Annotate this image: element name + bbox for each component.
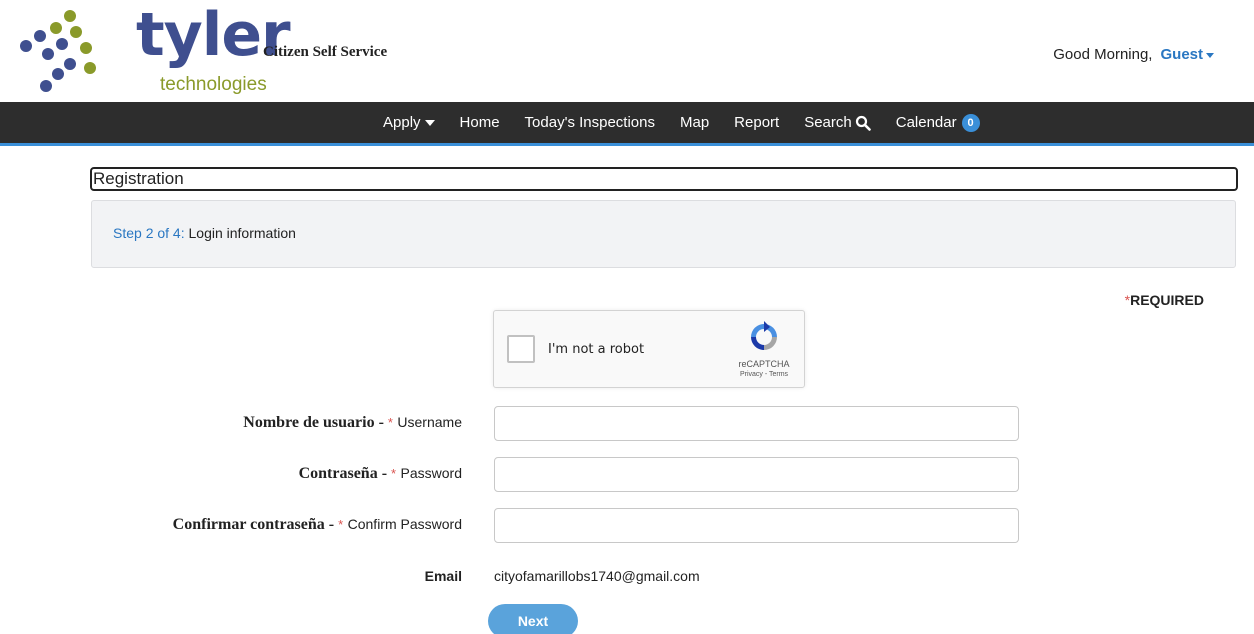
required-star: * xyxy=(391,466,397,481)
nav-item-report[interactable]: Report xyxy=(734,114,779,131)
nav-label-report: Report xyxy=(734,114,780,131)
confirm-password-label-es: Confirmar contraseña - xyxy=(172,516,339,533)
caret-down-icon xyxy=(1206,52,1214,58)
nav-label-search: Search xyxy=(804,114,852,131)
username-label-en: Username xyxy=(397,414,462,430)
step-number: Step 2 of 4: xyxy=(113,225,185,241)
nav-item-calendar[interactable]: Calendar 0 xyxy=(895,113,980,132)
nav-item-search[interactable]: Search xyxy=(804,114,871,131)
nav-label-map: Map xyxy=(679,114,710,131)
password-label-es: Contraseña - xyxy=(298,465,392,482)
nav-item-todays-inspections[interactable]: Today's Inspections xyxy=(525,114,655,131)
page-header: tyler technologies Citizen Self Service … xyxy=(0,0,1254,102)
recaptcha-brand: reCAPTCHA xyxy=(738,359,790,369)
email-label: Email xyxy=(424,568,462,584)
next-button[interactable]: Next xyxy=(488,604,578,634)
logo-dots-icon xyxy=(20,10,96,92)
recaptcha-privacy-terms[interactable]: Privacy - Terms xyxy=(726,371,802,378)
logo-subtitle: technologies xyxy=(160,74,267,95)
email-value: cityofamarillobs1740@gmail.com xyxy=(494,568,700,584)
recaptcha-checkbox[interactable] xyxy=(507,335,535,363)
recaptcha-icon xyxy=(751,321,777,350)
app-title: Citizen Self Service xyxy=(263,44,388,60)
confirm-password-label: Confirmar contraseña - * Confirm Passwor… xyxy=(173,516,462,534)
calendar-count-badge: 0 xyxy=(961,113,980,132)
recaptcha-widget: I'm not a robot reCAPTCHA Privacy - Term… xyxy=(493,310,805,388)
recaptcha-label: I'm not a robot xyxy=(548,342,645,357)
password-input[interactable] xyxy=(494,457,1019,492)
username-input[interactable] xyxy=(494,406,1019,441)
main-nav: Apply Home Today's Inspections Map Repor… xyxy=(0,102,1254,146)
nav-item-home[interactable]: Home xyxy=(460,114,500,131)
nav-item-map[interactable]: Map xyxy=(680,114,709,131)
greeting: Good Morning, Guest xyxy=(1053,46,1214,63)
search-icon xyxy=(855,115,871,131)
required-note: *REQUIRED xyxy=(1125,292,1204,308)
nav-item-apply[interactable]: Apply xyxy=(383,114,435,131)
step-indicator: Step 2 of 4: Login information xyxy=(91,200,1236,268)
tyler-logo[interactable]: tyler technologies xyxy=(18,0,291,96)
username-label-es: Nombre de usuario - xyxy=(243,414,388,431)
user-name: Guest xyxy=(1160,46,1203,63)
nav-label-calendar: Calendar xyxy=(895,114,957,131)
step-name: Login information xyxy=(188,225,296,241)
password-label: Contraseña - * Password xyxy=(299,465,462,483)
caret-down-icon xyxy=(424,119,435,126)
user-menu-button[interactable]: Guest xyxy=(1160,46,1214,63)
step-text: Step 2 of 4: Login information xyxy=(113,225,296,241)
confirm-password-label-en: Confirm Password xyxy=(347,516,462,532)
nav-label-todays-inspections: Today's Inspections xyxy=(524,114,655,131)
nav-label-apply: Apply xyxy=(383,114,421,131)
username-label: Nombre de usuario - * Username xyxy=(243,414,462,432)
registration-title: Registration xyxy=(90,167,1238,191)
confirm-password-input[interactable] xyxy=(494,508,1019,543)
password-label-en: Password xyxy=(400,465,462,481)
greeting-text: Good Morning, xyxy=(1053,46,1153,63)
nav-label-home: Home xyxy=(459,114,500,131)
required-star: * xyxy=(338,517,344,532)
required-label: REQUIRED xyxy=(1130,292,1204,308)
required-star: * xyxy=(387,415,393,430)
